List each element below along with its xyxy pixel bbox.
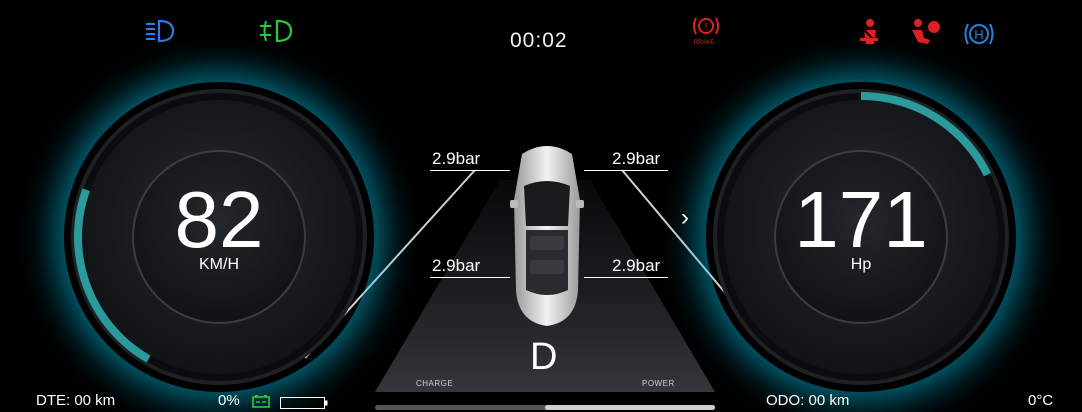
power-unit: Hp	[850, 256, 872, 273]
instrument-cluster: 00:02 ! BRAKE H 82 KM/H 171 Hp 2.9bar 2.…	[0, 0, 1082, 412]
gear-indicator: D	[530, 336, 558, 378]
battery-icon	[252, 395, 270, 412]
dte-readout: DTE: 00 km	[36, 392, 116, 409]
tire-pressure-front-left: 2.9bar	[432, 149, 481, 168]
car-icon	[510, 146, 584, 326]
speed-unit: KM/H	[199, 256, 239, 273]
chevron-right-icon[interactable]: ›	[681, 204, 689, 232]
tire-pressure-rear-left: 2.9bar	[432, 256, 481, 275]
temperature-readout: 0°C	[1028, 392, 1054, 409]
battery-level-icon	[280, 396, 328, 412]
charge-power-bar	[375, 405, 715, 410]
battery-percent: 0%	[218, 392, 240, 409]
power-label: POWER	[642, 379, 675, 388]
power-gauge: 171 Hp	[706, 82, 1016, 392]
speed-value: 82	[174, 175, 264, 264]
speedometer: 82 KM/H	[64, 82, 374, 392]
charge-power-fill	[545, 405, 715, 410]
charge-label: CHARGE	[416, 379, 454, 388]
odo-readout: ODO: 00 km	[766, 392, 850, 409]
tire-pressure-front-right: 2.9bar	[612, 149, 661, 168]
power-value: 171	[794, 175, 928, 264]
tire-pressure-rear-right: 2.9bar	[612, 256, 661, 275]
